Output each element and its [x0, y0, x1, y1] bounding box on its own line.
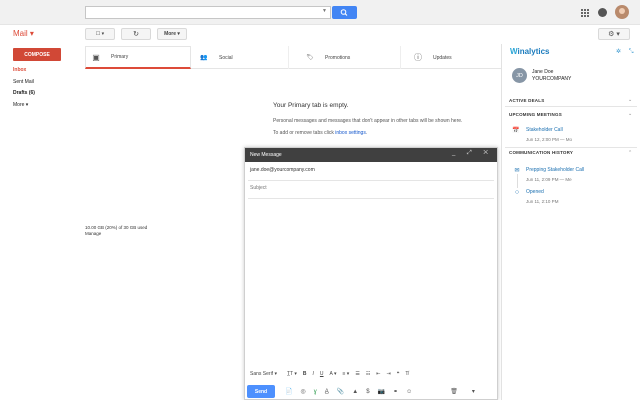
contact-company: YOURCOMPANY — [532, 76, 572, 82]
select-checkbox-button[interactable]: ☐ ▾ — [85, 28, 115, 40]
meeting-title[interactable]: Stakeholder Call — [526, 127, 563, 133]
email-icon: ✉ — [514, 167, 520, 174]
send-button[interactable]: Send — [247, 385, 275, 398]
tab-label: Promotions — [325, 54, 351, 61]
more-options-icon[interactable]: ▾ — [472, 388, 475, 395]
photo-icon[interactable]: 📷 — [378, 388, 385, 395]
opened-icon: ○ — [514, 188, 520, 196]
hint-suffix: . — [365, 130, 368, 136]
font-family-select[interactable]: Sans Serif ▾ — [250, 371, 277, 377]
notifications-icon[interactable] — [598, 8, 607, 17]
inbox-tray-icon: ▣ — [92, 52, 100, 62]
more-actions-button[interactable]: More ▾ — [157, 28, 187, 40]
trash-icon[interactable]: 🗑 — [450, 388, 458, 395]
subject-field[interactable]: Subject — [250, 185, 267, 191]
compose-header[interactable]: New Message _ ⤢ ✕ — [245, 148, 497, 162]
apps-grid-icon[interactable] — [581, 9, 589, 17]
tracking-icon[interactable]: ◎ — [300, 388, 305, 395]
winalytics-logo: Winalytics — [510, 47, 550, 56]
font-size-button[interactable]: T̲T ▾ — [287, 371, 297, 377]
tab-label: Social — [219, 54, 233, 61]
hint-text: To add or remove tabs click — [273, 130, 336, 136]
category-tabs: ▣ Primary 👥 Social 🏷 Promotions ⓘ Update… — [85, 46, 501, 69]
search-input[interactable] — [85, 6, 331, 19]
chevron-down-icon[interactable]: ⌄ — [628, 111, 632, 117]
tab-label: Updates — [433, 54, 452, 61]
info-icon: ⓘ — [414, 53, 422, 62]
tab-label: Primary — [111, 54, 129, 60]
indent-less-button[interactable]: ⇤ — [376, 371, 380, 377]
italic-button[interactable]: I — [313, 371, 314, 377]
nav-item-sent-mail[interactable]: Sent Mail — [13, 79, 34, 85]
tab-social[interactable]: 👥 Social — [191, 46, 289, 69]
top-bar: ▼ — [0, 0, 640, 25]
nav-item-inbox[interactable]: Inbox — [13, 67, 26, 73]
numbered-list-button[interactable]: ☰ — [355, 371, 359, 377]
tag-icon: 🏷 — [306, 55, 314, 61]
nav-item-more[interactable]: More ▾ — [13, 102, 28, 108]
history-title[interactable]: Prepping Stakeholder Call — [526, 167, 584, 173]
divider — [505, 147, 637, 148]
divider — [248, 180, 494, 181]
empty-state-subtitle: Personal messages and messages that don'… — [273, 118, 463, 124]
empty-state-title: Your Primary tab is empty. — [273, 102, 349, 109]
compose-button[interactable]: COMPOSE — [13, 48, 61, 61]
section-active-deals[interactable]: ACTIVE DEALS — [509, 98, 544, 103]
formatting-toolbar: Sans Serif ▾ T̲T ▾ B I U A ▾ ≡ ▾ ☰ ☷ ⇤ ⇥… — [248, 368, 494, 380]
template-icon[interactable]: 📄 — [285, 388, 292, 395]
tab-primary[interactable]: ▣ Primary — [85, 46, 191, 69]
timeline-line — [517, 174, 518, 188]
indent-more-button[interactable]: ⇥ — [387, 371, 391, 377]
winalytics-panel: Winalytics ✲ ⤡ JD Jane Doe YOURCOMPANY A… — [501, 44, 640, 400]
link-icon[interactable]: ⚭ — [393, 388, 398, 395]
tab-promotions[interactable]: 🏷 Promotions — [297, 46, 401, 69]
chevron-up-icon[interactable]: ⌃ — [628, 150, 632, 156]
underline-button[interactable]: U — [320, 371, 324, 377]
compose-window: New Message _ ⤢ ✕ jane.doe@yourcompany.c… — [244, 147, 498, 400]
to-field[interactable]: jane.doe@yourcompany.com — [250, 167, 315, 173]
section-communication-history[interactable]: COMMUNICATION HISTORY — [509, 150, 573, 155]
mail-switcher[interactable]: Mail ▾ — [13, 29, 34, 38]
attach-icon[interactable]: 📎 — [337, 388, 344, 395]
storage-info: 10.00 GB (20%) of 30 GB used Manage — [85, 225, 147, 237]
tab-updates[interactable]: ⓘ Updates — [405, 46, 501, 69]
formatting-options-icon[interactable]: A̲ — [325, 389, 329, 395]
contact-avatar: JD — [512, 68, 527, 83]
remove-formatting-button[interactable]: T̸ — [405, 371, 408, 377]
bold-button[interactable]: B — [303, 371, 307, 377]
meeting-time: Jun 12, 2:00 PM — Mo — [526, 137, 573, 142]
winalytics-icon[interactable]: ɣ — [314, 389, 317, 395]
section-upcoming-meetings[interactable]: UPCOMING MEETINGS — [509, 112, 562, 117]
chevron-down-icon[interactable]: ⌄ — [628, 97, 632, 103]
history-title[interactable]: Opened — [526, 189, 544, 195]
quote-button[interactable]: ❝ — [397, 371, 400, 377]
compose-bottom-bar: Send 📄 ◎ ɣ A̲ 📎 ▲ $ 📷 ⚭ ☺ 🗑 ▾ — [247, 384, 497, 399]
settings-button[interactable]: ⚙ ▾ — [598, 28, 630, 40]
calendar-icon: 📅 — [512, 127, 520, 134]
empty-state-hint: To add or remove tabs click inbox settin… — [273, 130, 367, 136]
search-button[interactable] — [332, 6, 357, 19]
compose-title: New Message — [250, 152, 282, 158]
drive-icon[interactable]: ▲ — [352, 389, 358, 395]
divider — [248, 198, 494, 199]
text-color-button[interactable]: A ▾ — [330, 371, 337, 377]
money-icon[interactable]: $ — [366, 389, 369, 395]
search-icon — [340, 9, 348, 16]
refresh-button[interactable]: ↻ — [121, 28, 151, 40]
inbox-settings-link[interactable]: inbox settings — [335, 130, 366, 136]
window-controls[interactable]: _ ⤢ ✕ — [452, 150, 493, 157]
account-avatar[interactable] — [615, 5, 629, 19]
panel-actions[interactable]: ✲ ⤡ — [616, 48, 637, 56]
emoji-icon[interactable]: ☺ — [406, 389, 412, 395]
contact-name: Jane Doe — [532, 69, 554, 75]
bulleted-list-button[interactable]: ☷ — [366, 371, 370, 377]
manage-storage-link[interactable]: Manage — [85, 231, 147, 237]
divider — [505, 106, 637, 107]
history-time: Jun 11, 2:10 PM — [526, 199, 559, 204]
align-button[interactable]: ≡ ▾ — [343, 371, 350, 377]
search-options-caret-icon[interactable]: ▼ — [322, 8, 327, 14]
history-time: Jun 11, 2:09 PM — Me — [526, 177, 572, 182]
people-icon: 👥 — [200, 55, 208, 61]
nav-item-drafts[interactable]: Drafts (6) — [13, 90, 35, 96]
